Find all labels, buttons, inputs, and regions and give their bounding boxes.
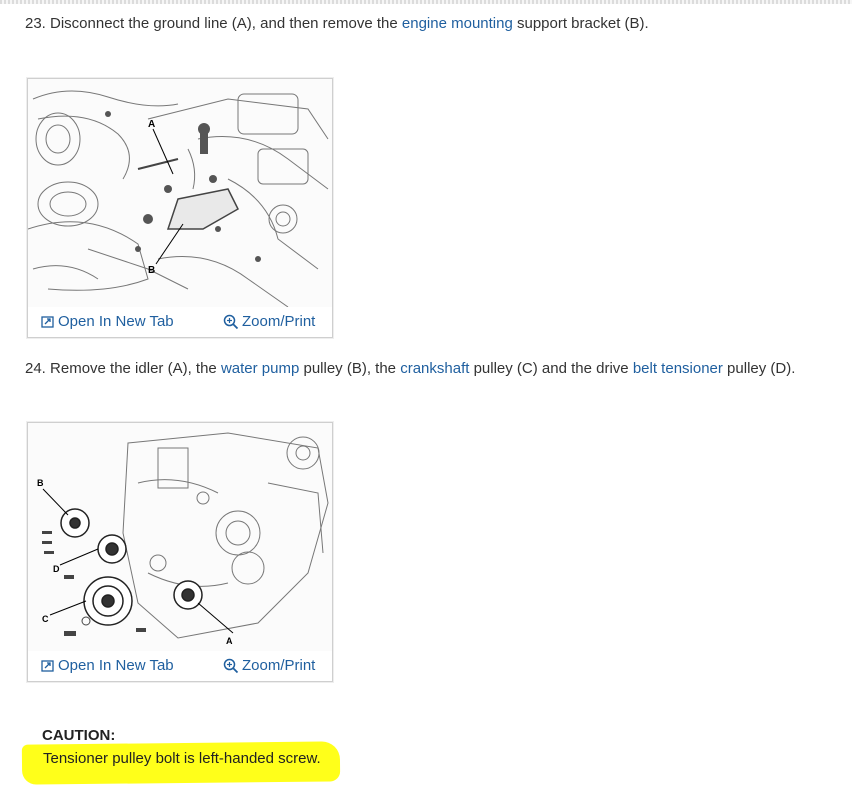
callout-a: A [226,636,233,646]
magnifier-icon [223,658,239,673]
figure-1-toolbar: Open In New Tab Zoom/Print [28,307,332,337]
step-24-mid1: pulley (B), the [299,360,401,377]
magnifier-icon [223,314,239,329]
top-divider [0,0,852,4]
pulleys-illustration[interactable]: B D C A [28,423,332,651]
step-23-suffix: support bracket (B). [512,15,649,32]
link-engine-mounting[interactable]: engine mounting [402,15,513,32]
step-24-mid2: pulley (C) and the drive [469,360,633,377]
caution-text-highlighted: Tensioner pulley bolt is left-handed scr… [43,750,317,767]
figure-engine-bracket: A B Open In New Tab Zoom/Print [27,78,333,338]
step-23-text: 23. Disconnect the ground line (A), and … [25,14,649,34]
zoom-print-button[interactable]: Zoom/Print [223,313,315,330]
link-water-pump[interactable]: water pump [221,360,299,377]
zoom-print-label: Zoom/Print [242,313,316,330]
link-belt-tensioner[interactable]: belt tensioner [633,360,723,377]
step-23-prefix: 23. Disconnect the ground line (A), and … [25,15,402,32]
open-in-new-tab-button[interactable]: Open In New Tab [41,657,174,674]
callout-d: D [53,564,60,574]
open-tab-icon [41,315,54,328]
zoom-print-label: Zoom/Print [242,657,316,674]
callout-b: B [37,478,44,488]
figure-2-toolbar: Open In New Tab Zoom/Print [28,651,332,681]
step-24-prefix: 24. Remove the idler (A), the [25,360,221,377]
caution-title: CAUTION: [42,727,116,744]
zoom-print-button[interactable]: Zoom/Print [223,657,315,674]
step-24-text: 24. Remove the idler (A), the water pump… [25,359,795,379]
engine-bracket-illustration[interactable]: A B [28,79,332,307]
open-in-new-tab-label: Open In New Tab [58,657,174,674]
open-in-new-tab-label: Open In New Tab [58,313,174,330]
callout-c: C [42,614,49,624]
open-tab-icon [41,659,54,672]
step-24-suffix: pulley (D). [722,360,796,377]
link-crankshaft[interactable]: crankshaft [400,360,469,377]
open-in-new-tab-button[interactable]: Open In New Tab [41,313,174,330]
callout-b: B [148,265,155,276]
callout-a: A [148,119,155,130]
caution-text: Tensioner pulley bolt is left-handed scr… [43,750,321,767]
caution-text-period: . [316,750,321,767]
figure-pulleys: B D C A Open In New Tab Zoom/Print [27,422,333,682]
